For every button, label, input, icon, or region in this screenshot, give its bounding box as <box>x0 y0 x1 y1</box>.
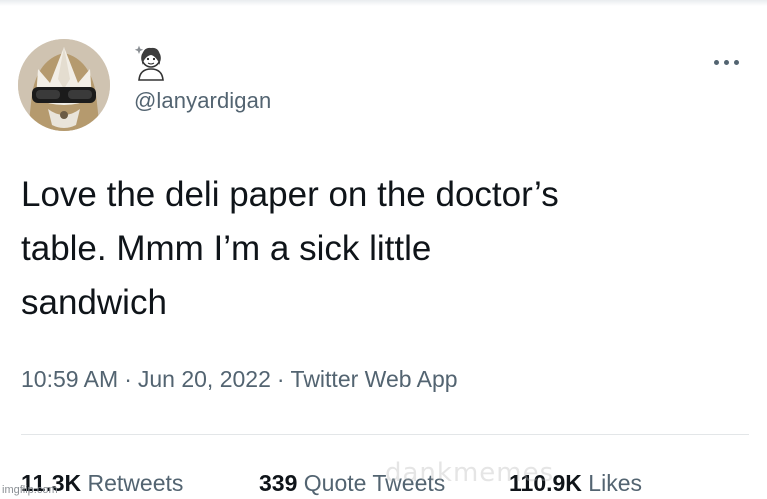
quotes-count: 339 <box>259 470 298 496</box>
retweets-label: Retweets <box>87 470 184 496</box>
more-horizontal-icon[interactable] <box>706 52 746 72</box>
watermark-imgflip: imgflip.com <box>2 484 58 496</box>
tweet-date[interactable]: Jun 20, 2022 <box>138 366 271 392</box>
divider <box>21 434 749 435</box>
watermark-center: dankmemes <box>385 458 555 488</box>
avatar[interactable] <box>18 39 110 131</box>
tweet-time[interactable]: 10:59 AM <box>21 366 118 392</box>
separator: · <box>124 366 132 392</box>
tweet-source[interactable]: Twitter Web App <box>291 366 458 392</box>
woman-emoji-icon <box>134 43 164 81</box>
separator: · <box>276 366 285 392</box>
tweet-metadata: 10:59 AM · Jun 20, 2022 · Twitter Web App <box>21 366 458 393</box>
likes-label: Likes <box>588 470 642 496</box>
tweet-text: Love the deli paper on the doctor’s tabl… <box>21 175 559 322</box>
top-shade <box>0 0 767 6</box>
user-handle[interactable]: @lanyardigan <box>134 88 271 114</box>
avatar-illustration <box>18 39 110 131</box>
